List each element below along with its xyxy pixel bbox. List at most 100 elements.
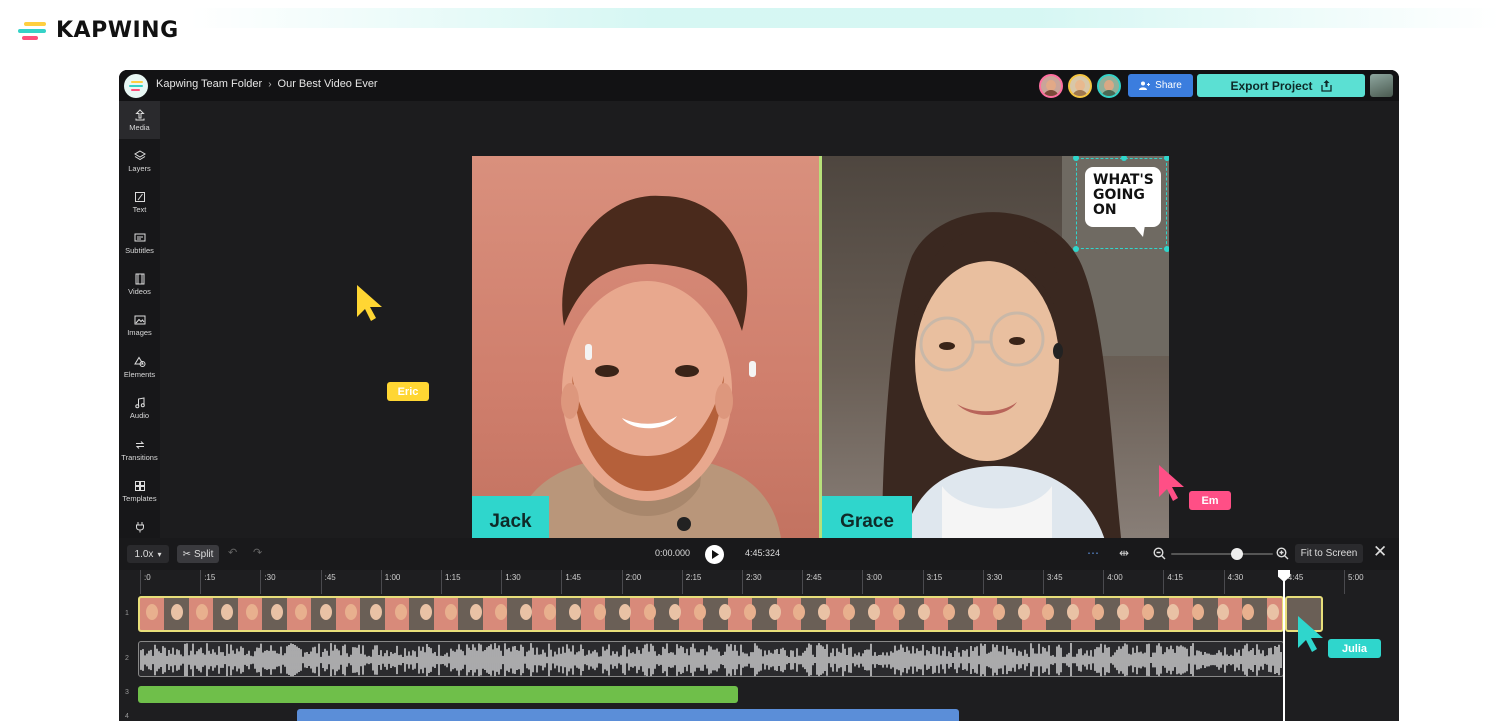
ruler-tick-label: 5:00 (1348, 573, 1364, 582)
fit-to-screen-button[interactable]: Fit to Screen (1295, 544, 1363, 563)
resize-handle[interactable] (1164, 156, 1169, 161)
breadcrumb: Kapwing Team Folder › Our Best Video Eve… (156, 78, 378, 90)
ruler-tick-label: :0 (144, 573, 151, 582)
sidebar-item-label: Audio (129, 410, 150, 420)
text-icon (134, 191, 145, 202)
blue-clip-track[interactable] (297, 709, 959, 721)
sidebar-item-label: Images (127, 327, 152, 337)
clip-frame-face (768, 604, 781, 620)
video-canvas[interactable]: Jack Grace WHAT'S GOING ON (472, 156, 1169, 547)
sidebar-item-templates[interactable]: Templates (119, 472, 160, 510)
ruler-tick: 3:15 (922, 570, 942, 594)
clip-frame-face (345, 604, 358, 620)
ruler-tick: 2:45 (802, 570, 822, 594)
sidebar-item-subtitles[interactable]: Subtitles (119, 224, 160, 262)
breadcrumb-folder[interactable]: Kapwing Team Folder (156, 78, 262, 90)
sidebar-item-elements[interactable]: Elements (119, 348, 160, 386)
timeline-ruler[interactable]: :0:15:30:45 1:00 1:15 1:30 1:45 2:00 2:15 2:30 2… (119, 570, 1399, 594)
share-label: Share (1155, 80, 1182, 91)
editor-window: Kapwing Team Folder › Our Best Video Eve… (119, 70, 1399, 721)
snap-icon[interactable]: ⋯ (1087, 546, 1099, 560)
sidebar-item-audio[interactable]: Audio (119, 389, 160, 427)
sidebar-item-plugins[interactable] (119, 513, 160, 541)
export-project-button[interactable]: Export Project (1197, 74, 1365, 97)
subtitles-icon (134, 233, 145, 241)
speed-select[interactable]: 1.0x ▾ (127, 545, 169, 563)
resize-handle[interactable] (1164, 246, 1169, 252)
sidebar-item-transitions[interactable]: Transitions (119, 431, 160, 469)
clip-frame-face (195, 604, 208, 620)
clip-frame-face (494, 604, 507, 620)
workspace-avatar[interactable] (124, 74, 148, 98)
ruler-tick: :45 (320, 570, 336, 594)
clip-frame-face (370, 604, 383, 620)
resize-handle[interactable] (1121, 156, 1127, 161)
collaborator-avatar[interactable] (1039, 74, 1063, 98)
clip-frame-face (1092, 604, 1105, 620)
collaborator-avatar[interactable] (1068, 74, 1092, 98)
users-icon (1139, 81, 1151, 90)
sidebar-item-images[interactable]: Images (119, 306, 160, 344)
clip-frame-face (1117, 604, 1130, 620)
sidebar-item-label: Layers (128, 163, 151, 173)
clip-frame-face (893, 604, 905, 620)
canvas-stage[interactable]: Jack Grace WHAT'S GOING ON Eric Em (160, 101, 1399, 547)
sidebar-item-layers[interactable]: Layers (119, 142, 160, 180)
ruler-tick: :15 (200, 570, 215, 594)
ruler-tick-label: 3:15 (926, 573, 943, 582)
top-glow (190, 8, 1500, 28)
clip-frame-face (146, 604, 158, 620)
brand[interactable]: KAPWING (18, 18, 179, 43)
sidebar-item-label: Videos (128, 286, 151, 296)
sidebar: Media Layers Text Subtitles Videos Image… (119, 101, 160, 541)
ruler-tick-label: 3:45 (1047, 573, 1063, 582)
sidebar-item-media[interactable]: Media (119, 101, 160, 139)
ruler-tick-label: 1:00 (384, 573, 401, 582)
zoom-slider[interactable] (1171, 553, 1273, 555)
video-clip-track[interactable] (138, 596, 1284, 632)
green-clip-track[interactable] (138, 686, 738, 703)
clip-frame-face (693, 604, 706, 620)
sidebar-item-text[interactable]: Text (119, 183, 160, 221)
zoom-in-icon[interactable] (1276, 547, 1289, 560)
ruler-tick: 1:45 (561, 570, 581, 594)
resize-handle[interactable] (1073, 246, 1079, 252)
ruler-tick: :30 (260, 570, 276, 594)
export-icon (1320, 79, 1332, 92)
close-timeline-icon[interactable]: ✕ (1373, 543, 1387, 560)
speech-bubble-sticker[interactable]: WHAT'S GOING ON (1085, 167, 1161, 227)
split-button[interactable]: ✂ Split (177, 545, 219, 563)
fit-width-icon[interactable]: ⇹ (1119, 546, 1129, 560)
user-avatar[interactable] (1370, 74, 1393, 97)
undo-icon[interactable]: ↶ (228, 546, 237, 559)
clip-frame-face (917, 604, 930, 620)
ruler-tick-label: 4:15 (1167, 573, 1183, 582)
sticker-selection-box[interactable]: WHAT'S GOING ON (1073, 156, 1169, 252)
ruler-tick: 3:30 (982, 570, 1002, 594)
bubble-line-1: WHAT'S (1093, 172, 1154, 188)
plug-icon (135, 522, 144, 533)
resize-handle[interactable] (1073, 156, 1079, 161)
cursor-em-icon (1159, 465, 1184, 501)
clip-frame-face (519, 604, 532, 620)
audio-waveform (140, 643, 1282, 676)
redo-icon[interactable]: ↷ (253, 546, 262, 559)
left-video-panel[interactable]: Jack (472, 156, 819, 547)
share-button[interactable]: Share (1128, 74, 1193, 97)
playhead[interactable] (1283, 578, 1285, 721)
clip-frame-face (1166, 604, 1179, 620)
track-number: 2 (125, 655, 129, 662)
play-button[interactable] (705, 545, 724, 564)
transitions-icon (135, 440, 144, 449)
ruler-tick-label: 1:30 (505, 573, 521, 582)
zoom-slider-handle[interactable] (1231, 548, 1243, 560)
collaborator-avatar[interactable] (1097, 74, 1121, 98)
audio-clip-track[interactable] (138, 641, 1284, 677)
breadcrumb-project[interactable]: Our Best Video Ever (278, 78, 378, 90)
ruler-tick-label: 4:45 (1287, 573, 1304, 582)
timeline-toolbar: 1.0x ▾ ✂ Split ↶ ↷ 0:00.000 4:45:324 ⋯ ⇹ (119, 538, 1399, 570)
zoom-out-icon[interactable] (1153, 547, 1166, 560)
sidebar-item-videos[interactable]: Videos (119, 265, 160, 303)
ruler-tick-label: :45 (324, 573, 336, 582)
videos-icon (135, 273, 144, 284)
